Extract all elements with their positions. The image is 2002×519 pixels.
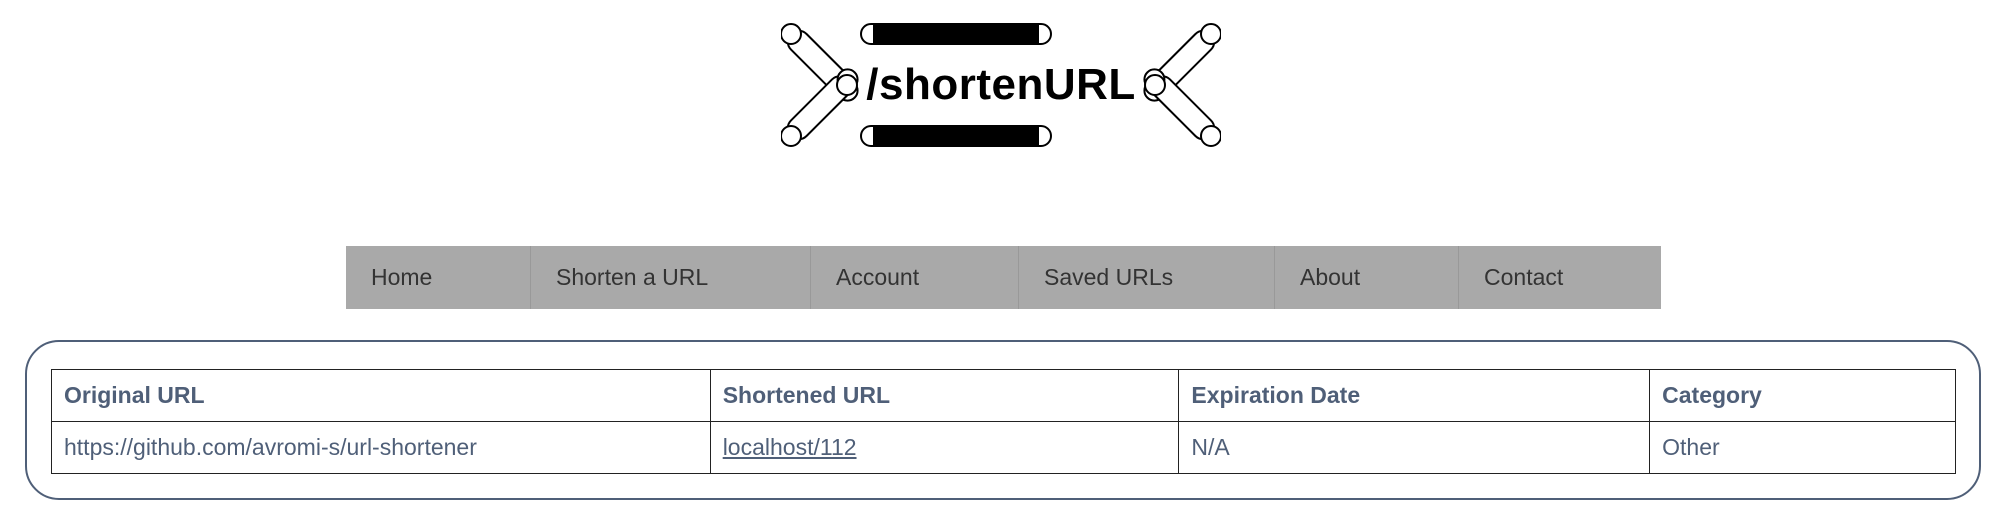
nav-item-contact[interactable]: Contact <box>1459 246 1661 309</box>
nav-item-shorten-url[interactable]: Shorten a URL <box>531 246 811 309</box>
shortened-url-cell: localhost/112 <box>709 421 1180 474</box>
nav-item-about[interactable]: About <box>1275 246 1459 309</box>
column-header-expiration-date: Expiration Date <box>1178 369 1651 422</box>
main-nav: Home Shorten a URL Account Saved URLs Ab… <box>346 246 1661 309</box>
shortened-url-link[interactable]: localhost/112 <box>723 434 857 460</box>
column-header-original-url: Original URL <box>51 369 711 422</box>
nav-item-account[interactable]: Account <box>811 246 1019 309</box>
column-header-category: Category <box>1649 369 1956 422</box>
original-url-cell: https://github.com/avromi-s/url-shortene… <box>51 421 711 474</box>
category-cell: Other <box>1649 421 1956 474</box>
table-row: https://github.com/avromi-s/url-shortene… <box>51 421 1956 474</box>
table-header-row: Original URL Shortened URL Expiration Da… <box>51 369 1956 422</box>
column-header-shortened-url: Shortened URL <box>709 369 1180 422</box>
expiration-date-cell: N/A <box>1178 421 1651 474</box>
nav-item-saved-urls[interactable]: Saved URLs <box>1019 246 1275 309</box>
saved-urls-table: Original URL Shortened URL Expiration Da… <box>51 369 1956 474</box>
site-logo: /shortenURL <box>781 18 1221 153</box>
nav-item-home[interactable]: Home <box>346 246 531 309</box>
logo-text: /shortenURL <box>866 60 1136 109</box>
